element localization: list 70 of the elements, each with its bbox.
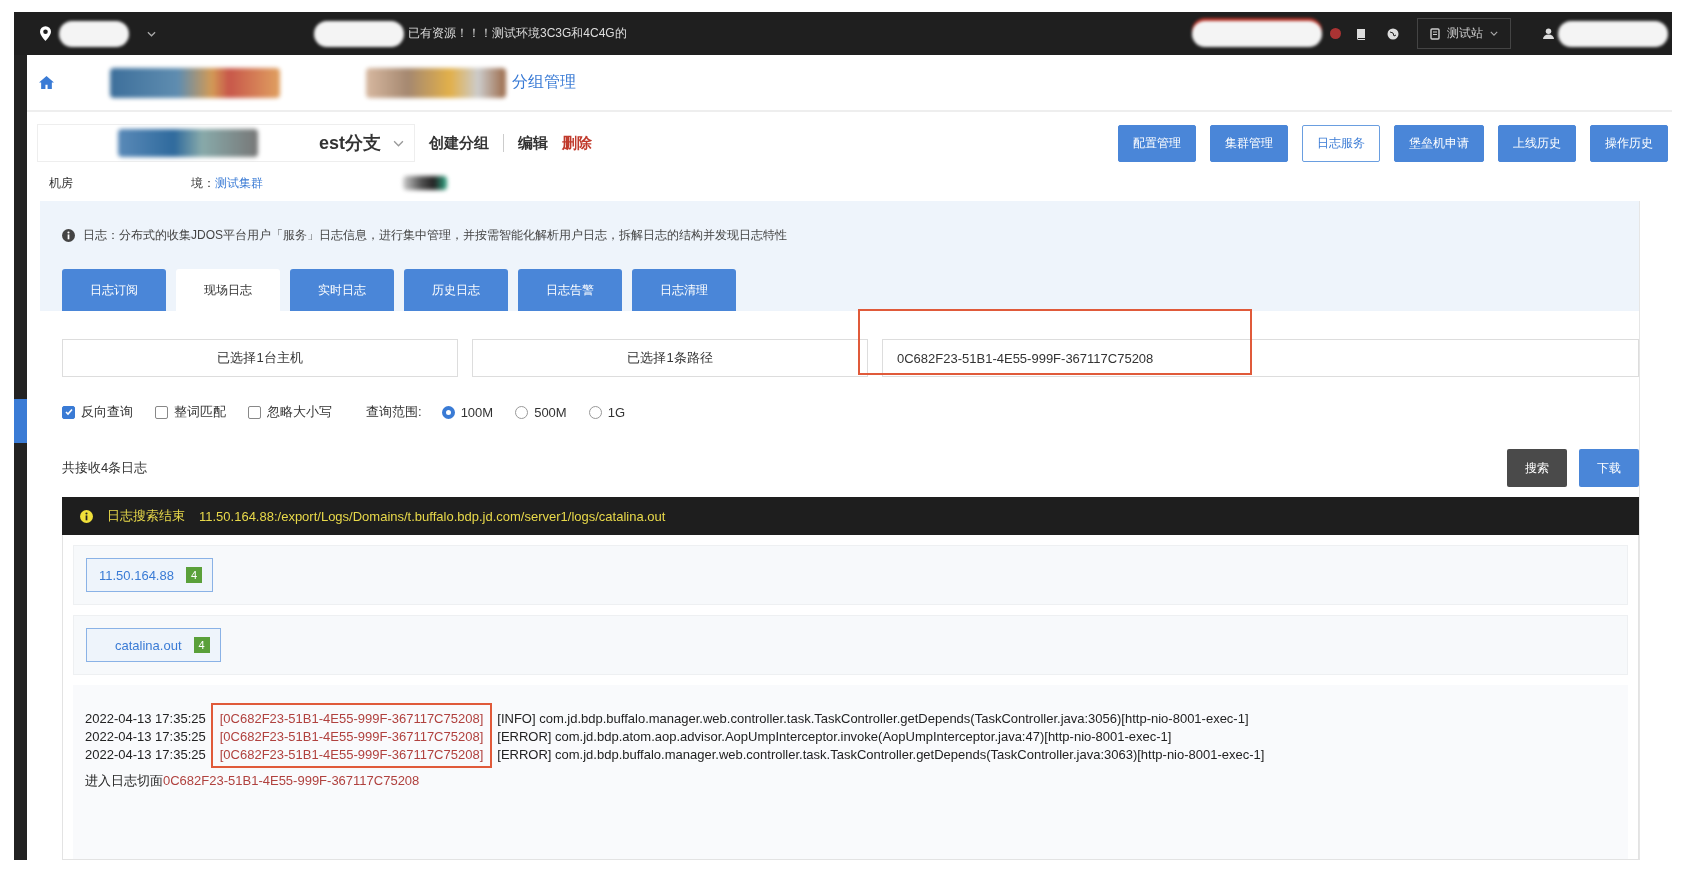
checkbox-label: 忽略大小写 — [267, 403, 332, 421]
site-dropdown[interactable]: 测试站 — [1417, 18, 1511, 49]
user-icon[interactable] — [1543, 28, 1554, 39]
log-message: [ERROR] com.jd.bdp.atom.aop.advisor.AopUmpInterceptor.invoke(AopUmpInterceptor.java:47)[http-nio-8001-exec-1] — [497, 729, 1173, 744]
radio-label: 100M — [460, 404, 494, 420]
nav-button[interactable]: 日志服务 — [1302, 124, 1380, 162]
alert-dot — [1330, 28, 1341, 39]
log-message: [INFO] com.jd.bdp.buffalo.manager.web.controller.task.TaskController.getDepends(TaskController.java:3056)[http-nio-8001-exec-1] — [497, 711, 1250, 726]
action-button[interactable]: 搜索 — [1507, 449, 1567, 487]
tab[interactable]: 现场日志 — [176, 269, 280, 311]
home-icon[interactable] — [39, 76, 54, 89]
info-icon — [62, 228, 75, 242]
log-timestamp: 2022-04-13 17:35:25 — [85, 729, 206, 744]
file-tag[interactable]: catalina.out 4 — [86, 628, 221, 662]
chevron-down-icon — [393, 139, 404, 147]
checkbox-label: 整词匹配 — [174, 403, 226, 421]
info-icon — [80, 509, 93, 523]
tab[interactable]: 历史日志 — [404, 269, 508, 311]
breadcrumb-item[interactable]: 分组管理 — [512, 72, 576, 93]
nav-button[interactable]: 配置管理 — [1118, 124, 1196, 162]
sidebar-indicator — [14, 399, 27, 443]
nav-button[interactable]: 集群管理 — [1210, 124, 1288, 162]
checkbox[interactable] — [248, 405, 261, 419]
radio-label: 500M — [534, 404, 567, 420]
range-label: 查询范围: — [366, 403, 422, 421]
blurred-area — [403, 176, 447, 190]
trace-id: [0C682F23-51B1-4E55-999F-367117C75208] — [219, 729, 484, 744]
log-timestamp: 2022-04-13 17:35:25 — [85, 747, 206, 762]
log-path: 11.50.164.88:/export/Logs/Domains/t.buffalo.bdp.jd.com/server1/logs/catalina.out — [199, 508, 666, 524]
search-field[interactable]: 0C682F23-51B1-4E55-999F-367117C75208 — [882, 339, 1639, 377]
notice-text: 日志：分布式的收集JDOS平台用户「服务」日志信息，进行集中管理，并按需智能化解析用户日志，拆解日志的结构并发现日志特性 — [83, 226, 787, 244]
tab[interactable]: 日志告警 — [518, 269, 622, 311]
result-count: 共接收4条日志 — [62, 459, 148, 477]
nav-button[interactable]: 堡垒机申请 — [1394, 124, 1484, 162]
tab[interactable]: 实时日志 — [290, 269, 394, 311]
checkbox[interactable] — [155, 405, 168, 419]
globe-icon[interactable] — [1387, 27, 1399, 40]
trace-id: [0C682F23-51B1-4E55-999F-367117C75208] — [219, 747, 484, 762]
checkbox-label: 反向查询 — [81, 403, 133, 421]
chevron-down-icon — [1490, 31, 1498, 36]
selector-button[interactable]: 已选择1台主机 — [62, 339, 458, 377]
book-icon[interactable] — [1355, 27, 1367, 40]
nav-button[interactable]: 操作历史 — [1590, 124, 1668, 162]
cluster-link[interactable]: 测试集群 — [215, 174, 263, 192]
log-timestamp: 2022-04-13 17:35:25 — [85, 711, 206, 726]
chevron-down-icon[interactable] — [147, 30, 156, 37]
log-message: 进入日志切面 — [85, 773, 163, 788]
tab[interactable]: 日志清理 — [632, 269, 736, 311]
group-select[interactable]: est分支 — [37, 124, 415, 162]
trace-id: [0C682F23-51B1-4E55-999F-367117C75208] — [219, 711, 484, 726]
document-icon — [1430, 27, 1440, 40]
log-message: [ERROR] com.jd.bdp.buffalo.manager.web.controller.task.TaskController.getDepends(TaskController.java:3063)[http-nio-8001-exec-1] — [497, 747, 1266, 762]
nav-button[interactable]: 上线历史 — [1498, 124, 1576, 162]
checkbox[interactable] — [62, 405, 75, 419]
action-link[interactable]: 创建分组 — [429, 133, 489, 153]
status-title: 日志搜索结束 — [107, 507, 185, 525]
selector-button[interactable]: 已选择1条路径 — [472, 339, 868, 377]
info-label: 境： — [191, 174, 215, 192]
radio-label: 1G — [607, 404, 626, 420]
location-pin-icon — [40, 26, 51, 41]
info-label: 机房 — [49, 174, 73, 192]
action-button[interactable]: 下载 — [1579, 449, 1639, 487]
notice-text: 已有资源！！！测试环境3C3G和4C4G的 — [408, 25, 627, 42]
action-link[interactable]: 编辑 — [518, 133, 548, 153]
radio-button[interactable] — [441, 405, 455, 419]
host-tag[interactable]: 11.50.164.88 4 — [86, 558, 214, 592]
action-link[interactable]: 删除 — [562, 133, 592, 153]
tab[interactable]: 日志订阅 — [62, 269, 166, 311]
trace-id: 0C682F23-51B1-4E55-999F-367117C75208 — [163, 773, 420, 788]
blurred-area — [59, 20, 129, 47]
